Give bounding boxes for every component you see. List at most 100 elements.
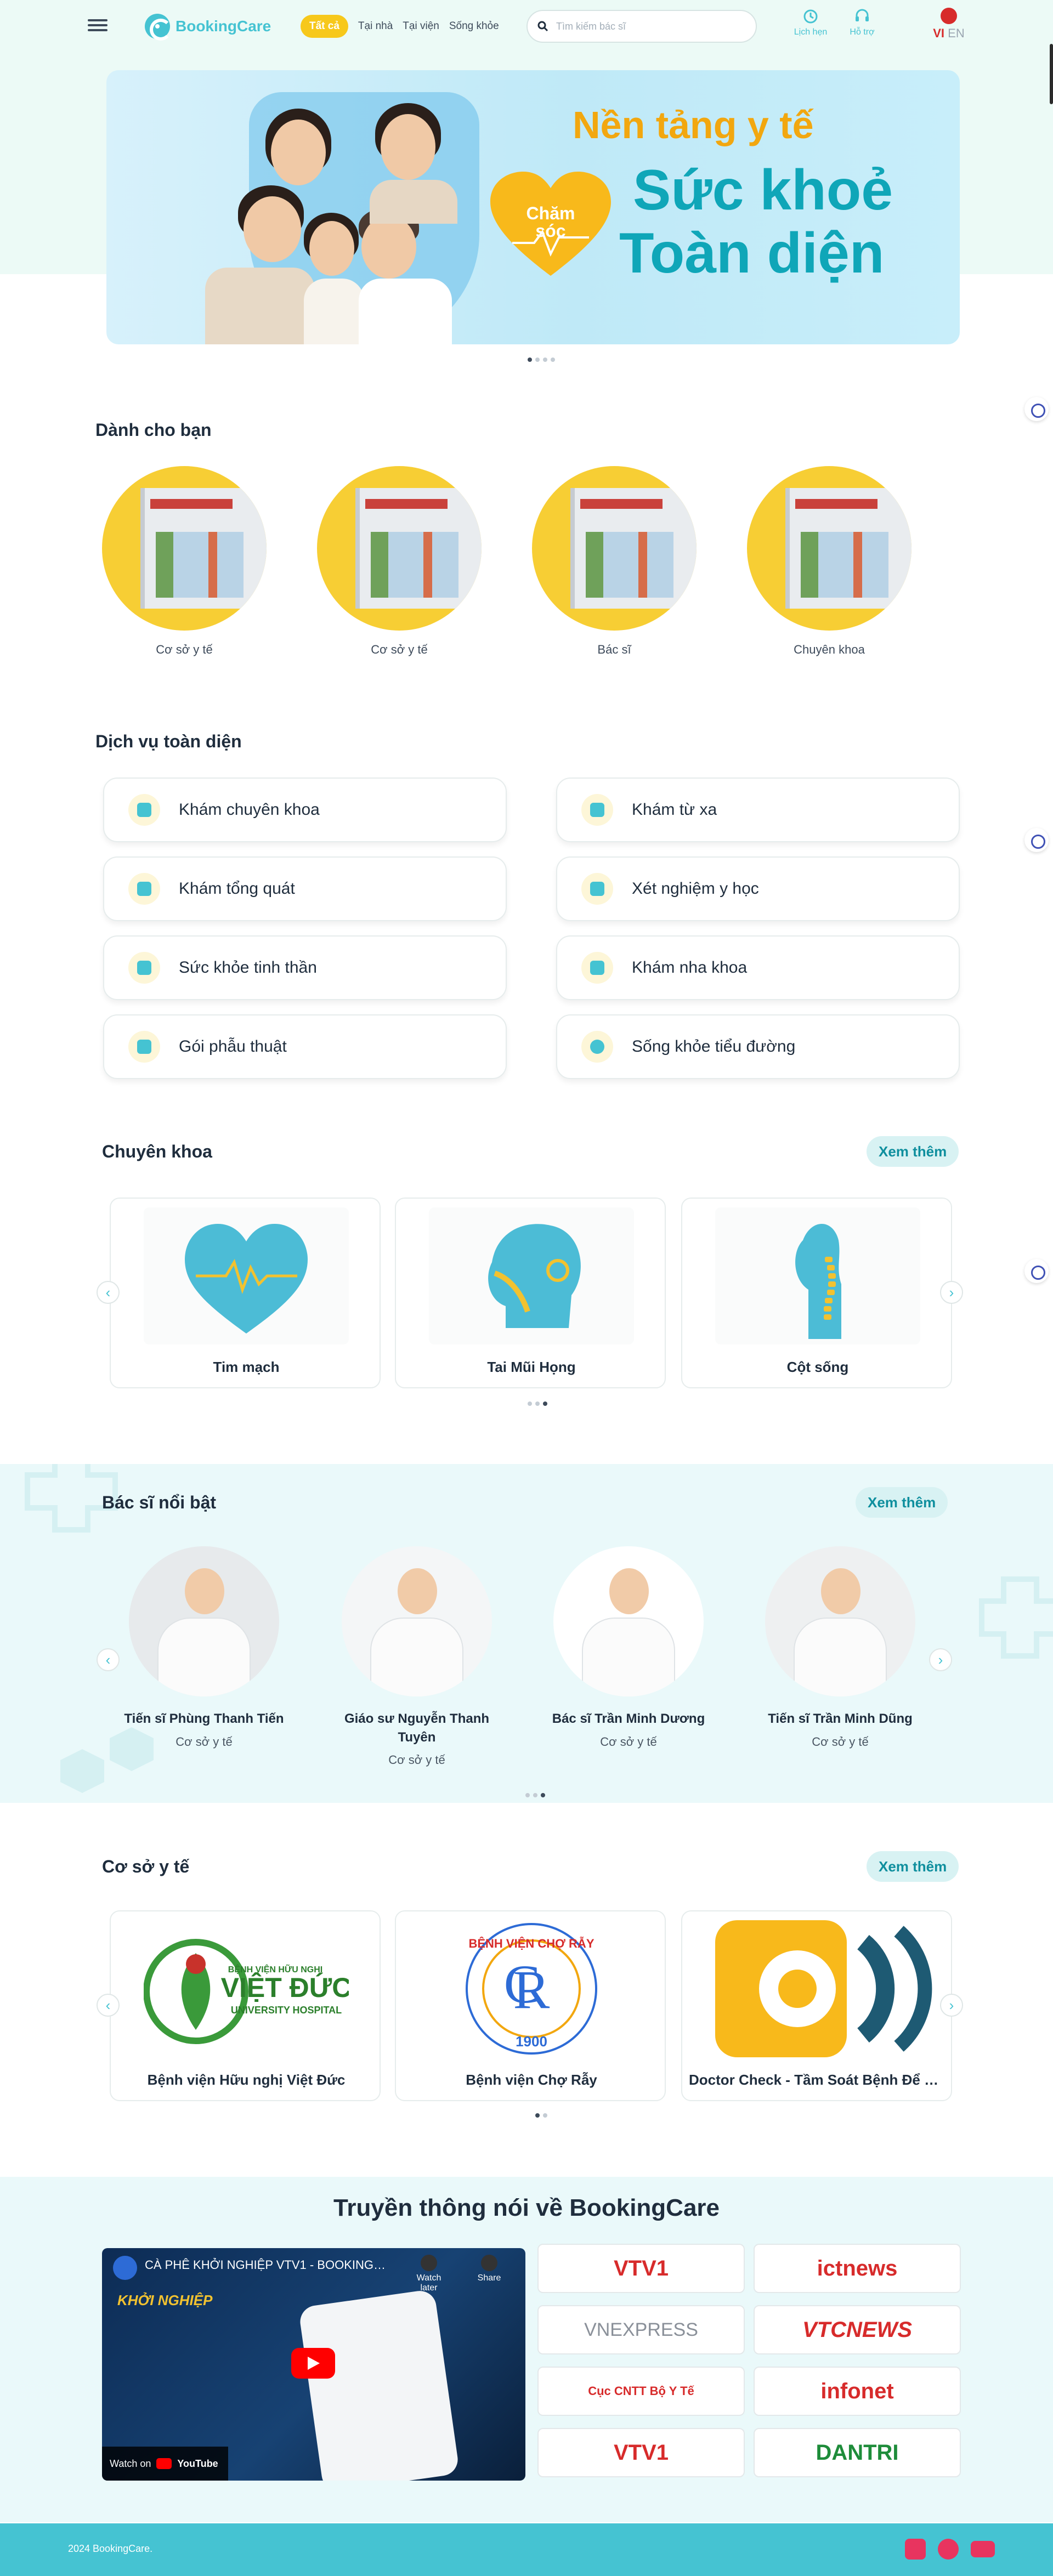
media-logo-vnexpress[interactable]: VNEXPRESS <box>537 2305 745 2354</box>
specialty-name: Tai Mũi Họng <box>487 1359 576 1375</box>
language-switcher[interactable]: VI EN <box>927 8 971 41</box>
services-title: Dịch vụ toàn diện <box>95 731 242 751</box>
for-you-image <box>747 466 912 631</box>
for-you-label: Cơ sở y tế <box>371 643 428 656</box>
clock-icon <box>421 2255 437 2271</box>
logo-text: BookingCare <box>176 18 271 35</box>
chat-bubble[interactable] <box>1024 397 1049 421</box>
service-mental-health[interactable]: Sức khỏe tinh thần <box>103 935 507 1000</box>
media-logo-vtv1[interactable]: VTV1 <box>537 2428 745 2477</box>
service-label: Khám chuyên khoa <box>179 801 320 819</box>
media-logo-ictnews[interactable]: ictnews <box>754 2244 961 2293</box>
doctors-pagination[interactable] <box>525 1793 545 1797</box>
facilities-pagination[interactable] <box>535 2113 547 2118</box>
doctor-card[interactable]: Tiến sĩ Trần Minh Dũng Cơ sở y tế <box>752 1546 928 1749</box>
history-icon <box>803 9 818 24</box>
facility-card[interactable]: BỆNH VIỆN CHỢ RẪY R C 1900 Bệnh viện Chợ… <box>395 1910 666 2101</box>
specialty-card[interactable]: Tai Mũi Họng <box>395 1198 666 1388</box>
banner-line-2: Sức khoẻ <box>633 158 893 222</box>
watch-on-youtube-button[interactable]: Watch on YouTube <box>102 2447 228 2481</box>
lang-vi[interactable]: VI <box>933 26 944 40</box>
appointments-button[interactable]: Lịch hẹn <box>789 8 833 37</box>
doctor-avatar <box>129 1546 279 1696</box>
chat-bubble[interactable] <box>1024 1259 1049 1283</box>
service-general-checkup[interactable]: Khám tổng quát <box>103 856 507 921</box>
nav-all[interactable]: Tất cả <box>301 15 348 38</box>
doctors-more-button[interactable]: Xem thêm <box>856 1487 948 1518</box>
for-you-item[interactable]: Cơ sở y tế <box>102 466 267 657</box>
facilities-more-button[interactable]: Xem thêm <box>867 1851 959 1882</box>
specialty-image <box>429 1207 634 1344</box>
specialties-next-arrow[interactable]: › <box>940 1281 963 1304</box>
facility-card[interactable]: BỆNH VIỆN HỮU NGHỊ VIỆT ĐỨC UNIVERSITY H… <box>110 1910 381 2101</box>
menu-icon[interactable] <box>88 16 107 36</box>
service-dental[interactable]: Khám nha khoa <box>556 935 960 1000</box>
video-player[interactable]: CÀ PHÊ KHỞI NGHIỆP VTV1 - BOOKINGCARE -.… <box>102 2248 525 2481</box>
specialties-prev-arrow[interactable]: ‹ <box>97 1281 120 1304</box>
banner-pagination[interactable] <box>528 358 555 362</box>
specialties-more-button[interactable]: Xem thêm <box>867 1136 959 1167</box>
specialty-card[interactable]: Tim mạch <box>110 1198 381 1388</box>
nav-at-hospital[interactable]: Tại viện <box>403 20 439 32</box>
youtube-icon <box>156 2458 172 2469</box>
cho-ray-year-text: 1900 <box>516 2033 547 2050</box>
service-diabetes[interactable]: Sống khỏe tiểu đường <box>556 1014 960 1079</box>
facilities-title: Cơ sở y tế <box>102 1857 190 1876</box>
service-surgery-package[interactable]: Gói phẫu thuật <box>103 1014 507 1079</box>
specialty-card[interactable]: Cột sống <box>681 1198 952 1388</box>
doctors-next-arrow[interactable]: › <box>929 1648 952 1671</box>
for-you-item[interactable]: Chuyên khoa <box>747 466 912 657</box>
share-label: Share <box>477 2273 501 2283</box>
search-input[interactable]: Tìm kiếm bác sĩ <box>526 10 757 43</box>
copyright-text: 2024 BookingCare. <box>68 2543 153 2554</box>
play-button[interactable] <box>291 2348 335 2379</box>
video-overlay-text: KHỞI NGHIỆP <box>117 2292 213 2308</box>
tiktok-icon[interactable] <box>905 2539 926 2560</box>
facility-name: Bệnh viện Hữu nghị Việt Đức <box>147 2072 346 2088</box>
service-telemedicine[interactable]: Khám từ xa <box>556 778 960 842</box>
media-title: Truyền thông nói về BookingCare <box>333 2194 720 2221</box>
youtube-icon[interactable] <box>971 2541 995 2557</box>
media-logo-moh[interactable]: Cục CNTT Bộ Y Tế <box>537 2367 745 2416</box>
doctor-card[interactable]: Tiến sĩ Phùng Thanh Tiến Cơ sở y tế <box>116 1546 292 1749</box>
chat-bubble[interactable] <box>1024 828 1049 852</box>
facebook-icon[interactable] <box>938 2539 959 2560</box>
for-you-label: Bác sĩ <box>597 643 631 656</box>
doctor-card[interactable]: Bác sĩ Trần Minh Dương Cơ sở y tế <box>541 1546 716 1749</box>
channel-avatar <box>113 2256 137 2280</box>
media-logo-infonet[interactable]: infonet <box>754 2367 961 2416</box>
support-button[interactable]: Hỗ trợ <box>840 8 884 37</box>
mind-icon <box>128 952 160 984</box>
watch-later-button[interactable]: Watch later <box>407 2255 451 2293</box>
facility-name: Doctor Check - Tầm Soát Bệnh Để Sống Thọ… <box>689 2072 953 2088</box>
hero-banner[interactable]: Chăm sóc Nền tảng y tế Sức khoẻ Toàn diệ… <box>106 70 960 344</box>
media-logo-vtv1[interactable]: VTV1 <box>537 2244 745 2293</box>
nav-healthy-living[interactable]: Sống khỏe <box>449 20 499 32</box>
brand-logo[interactable]: BookingCare <box>145 11 271 42</box>
facilities-next-arrow[interactable]: › <box>940 1994 963 2017</box>
media-logo-vtcnews[interactable]: VTCNEWS <box>754 2305 961 2354</box>
service-label: Khám tổng quát <box>179 880 295 898</box>
service-label: Khám nha khoa <box>632 958 748 977</box>
service-specialist[interactable]: Khám chuyên khoa <box>103 778 507 842</box>
doctor-avatar <box>765 1546 915 1696</box>
lang-en[interactable]: EN <box>948 26 965 40</box>
search-placeholder: Tìm kiếm bác sĩ <box>556 20 626 32</box>
phone-icon <box>581 794 613 826</box>
banner-line-3: Toàn diện <box>619 222 885 285</box>
facility-card[interactable]: Doctor Check - Tầm Soát Bệnh Để Sống Thọ… <box>681 1910 953 2101</box>
for-you-item[interactable]: Bác sĩ <box>532 466 697 657</box>
nav-at-home[interactable]: Tại nhà <box>358 20 393 32</box>
for-you-item[interactable]: Cơ sở y tế <box>317 466 482 657</box>
doctor-card[interactable]: Giáo sư Nguyễn Thanh Tuyên Cơ sở y tế <box>329 1546 505 1767</box>
doctors-prev-arrow[interactable]: ‹ <box>97 1648 120 1671</box>
banner-line-1: Nền tảng y tế <box>573 104 814 146</box>
facilities-prev-arrow[interactable]: ‹ <box>97 1994 120 2017</box>
tooth-icon <box>581 952 613 984</box>
specialties-pagination[interactable] <box>528 1402 547 1406</box>
share-button[interactable]: Share <box>467 2255 511 2283</box>
facility-logo: BỆNH VIỆN HỮU NGHỊ VIỆT ĐỨC UNIVERSITY H… <box>143 1920 352 2057</box>
service-lab-test[interactable]: Xét nghiệm y học <box>556 856 960 921</box>
scrollbar-thumb[interactable] <box>1050 44 1053 104</box>
media-logo-dantri[interactable]: DANTRI <box>754 2428 961 2477</box>
